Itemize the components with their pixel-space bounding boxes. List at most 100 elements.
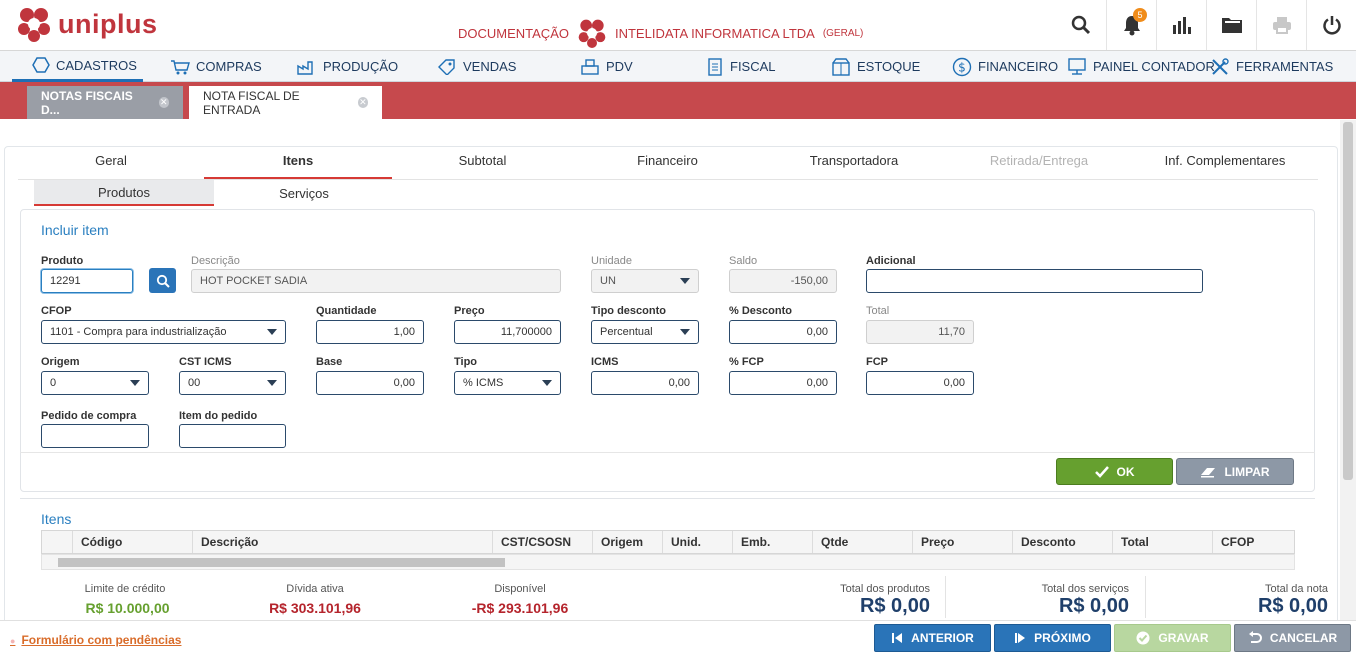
menu-ferramentas[interactable]: FERRAMENTAS: [1210, 51, 1333, 82]
unidade-select[interactable]: UN: [591, 269, 699, 293]
cfop-label: CFOP: [41, 305, 72, 317]
icms-label: ICMS: [591, 356, 619, 368]
produto-input[interactable]: 12291: [41, 269, 133, 293]
limpar-button[interactable]: LIMPAR: [1176, 458, 1294, 485]
cancelar-button[interactable]: CANCELAR: [1234, 624, 1351, 652]
descricao-field: HOT POCKET SADIA: [191, 269, 561, 293]
item-pedido-input[interactable]: [179, 424, 286, 448]
menu-painel-contador[interactable]: PAINEL CONTADOR: [1067, 51, 1215, 82]
pct-desconto-input[interactable]: 0,00: [729, 320, 837, 344]
preco-input[interactable]: 11,700000: [454, 320, 561, 344]
company-name[interactable]: INTELIDATA INFORMATICA LTDA: [615, 26, 815, 41]
close-icon[interactable]: ✕: [357, 97, 368, 108]
preco-label: Preço: [454, 305, 485, 317]
total-servicos-value: R$ 0,00: [1058, 595, 1129, 617]
power-icon: [1322, 16, 1341, 35]
docs-link[interactable]: DOCUMENTAÇÃO: [458, 26, 569, 41]
origem-select[interactable]: 0: [41, 371, 149, 395]
menu-cadastros[interactable]: CADASTROS: [12, 51, 143, 82]
col-preco[interactable]: Preço: [912, 531, 1012, 553]
folder-icon: [1221, 18, 1242, 33]
adicional-textarea[interactable]: [866, 269, 1203, 293]
col-desconto[interactable]: Desconto: [1012, 531, 1112, 553]
chevron-down-icon: [680, 329, 690, 335]
tab-financeiro[interactable]: Financeiro: [605, 153, 730, 168]
tab-transportadora[interactable]: Transportadora: [790, 153, 918, 168]
gravar-button[interactable]: GRAVAR: [1114, 624, 1231, 652]
col-descricao[interactable]: Descrição: [192, 531, 492, 553]
tipo-label: Tipo: [454, 356, 478, 368]
include-item-card: [20, 209, 1315, 492]
cart-icon: [171, 59, 190, 74]
icms-input[interactable]: 0,00: [591, 371, 699, 395]
factory-icon: [297, 60, 313, 75]
notification-badge: 5: [1133, 8, 1147, 22]
undo-icon: [1248, 631, 1262, 643]
close-icon[interactable]: ✕: [158, 97, 169, 108]
menu-compras[interactable]: COMPRAS: [170, 51, 262, 82]
col-unid[interactable]: Unid.: [662, 531, 732, 553]
menu-financeiro[interactable]: $ FINANCEIRO: [952, 51, 1058, 82]
items-title: Itens: [41, 511, 72, 527]
tipo-select[interactable]: % ICMS: [454, 371, 561, 395]
search-icon: [1071, 15, 1091, 35]
subtab-servicos[interactable]: Serviços: [214, 180, 394, 206]
page-scrollbar[interactable]: [1340, 120, 1356, 620]
col-codigo[interactable]: Código: [72, 531, 192, 553]
total-produtos-label: Total dos produtos: [840, 583, 930, 595]
tipo-desconto-select[interactable]: Percentual: [591, 320, 699, 344]
pct-fcp-input[interactable]: 0,00: [729, 371, 837, 395]
col-qtde[interactable]: Qtde: [812, 531, 912, 553]
notifications-button[interactable]: 5: [1106, 0, 1156, 50]
pendencias-link[interactable]: ● Formulário com pendências: [10, 633, 181, 647]
disponivel-value: -R$ 293.101,96: [471, 600, 569, 616]
produto-search-button[interactable]: [149, 268, 176, 293]
tab-geral[interactable]: Geral: [70, 153, 152, 168]
dollar-icon: $: [952, 57, 972, 76]
reports-button[interactable]: [1156, 0, 1206, 50]
items-scrollbar[interactable]: [41, 554, 1295, 570]
ok-button[interactable]: OK: [1056, 458, 1173, 485]
produto-label: Produto: [41, 255, 84, 267]
bar-chart-icon: [1172, 17, 1191, 34]
tab-inf-complementares[interactable]: Inf. Complementares: [1155, 153, 1295, 168]
doc-tab-nota-fiscal-entrada[interactable]: NOTA FISCAL DE ENTRADA ✕: [189, 86, 382, 119]
menu-pdv[interactable]: PDV: [580, 51, 633, 82]
chevron-down-icon: [267, 380, 277, 386]
app-logo[interactable]: uniplus: [16, 5, 158, 43]
folder-button[interactable]: [1206, 0, 1256, 50]
top-icons: 5: [1056, 0, 1356, 50]
quantidade-input[interactable]: 1,00: [316, 320, 424, 344]
tab-subtotal[interactable]: Subtotal: [420, 153, 545, 168]
proximo-button[interactable]: PRÓXIMO: [994, 624, 1111, 652]
chevron-down-icon: [130, 380, 140, 386]
cst-icms-select[interactable]: 00: [179, 371, 286, 395]
subtab-produtos[interactable]: Produtos: [34, 180, 214, 206]
menu-vendas[interactable]: VENDAS: [437, 51, 516, 82]
menu-producao[interactable]: PRODUÇÃO: [297, 51, 398, 82]
unidade-label: Unidade: [591, 255, 632, 267]
total-field: 11,70: [866, 320, 974, 344]
anterior-button[interactable]: ANTERIOR: [874, 624, 991, 652]
check-circle-icon: [1136, 631, 1150, 645]
form-title: Incluir item: [41, 222, 109, 238]
menu-estoque[interactable]: ESTOQUE: [831, 51, 920, 82]
col-emb[interactable]: Emb.: [732, 531, 812, 553]
col-origem[interactable]: Origem: [592, 531, 662, 553]
col-cfop[interactable]: CFOP: [1212, 531, 1294, 553]
pedido-compra-input[interactable]: [41, 424, 149, 448]
col-cst-csosn[interactable]: CST/CSOSN: [492, 531, 592, 553]
limite-label: Limite de crédito: [84, 583, 166, 595]
pct-fcp-label: % FCP: [729, 356, 764, 368]
base-input[interactable]: 0,00: [316, 371, 424, 395]
cst-icms-label: CST ICMS: [179, 356, 232, 368]
doc-tab-notas-fiscais[interactable]: NOTAS FISCAIS D... ✕: [27, 86, 183, 119]
cfop-select[interactable]: 1101 - Compra para industrialização: [41, 320, 286, 344]
logout-button[interactable]: [1306, 0, 1356, 50]
search-button[interactable]: [1056, 0, 1106, 50]
tab-itens[interactable]: Itens: [204, 153, 392, 179]
fcp-input[interactable]: 0,00: [866, 371, 974, 395]
menu-fiscal[interactable]: FISCAL: [706, 51, 776, 82]
print-button[interactable]: [1256, 0, 1306, 50]
col-total[interactable]: Total: [1112, 531, 1212, 553]
